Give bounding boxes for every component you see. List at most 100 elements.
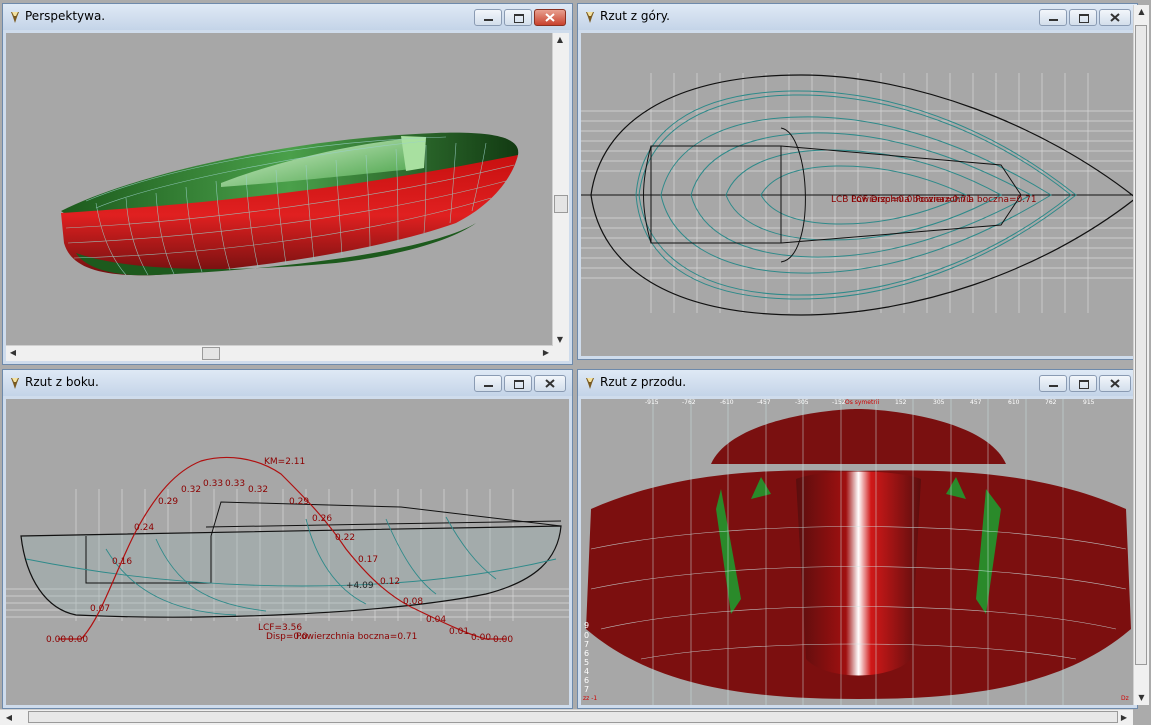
waterline-tick: 5	[584, 658, 590, 667]
maximize-button[interactable]	[1069, 375, 1097, 392]
maximize-icon	[514, 14, 524, 23]
axis-tick: -305	[795, 399, 809, 406]
minimize-button[interactable]	[1039, 375, 1067, 392]
title-bar[interactable]: Rzut z góry.	[578, 4, 1137, 30]
window-title: Rzut z przodu.	[600, 375, 687, 389]
curve-label: 0.08	[403, 597, 424, 607]
title-bar[interactable]: Perspektywa.	[3, 4, 572, 30]
axis-tick: -915	[645, 399, 659, 406]
waterline-tick: 0	[584, 631, 590, 640]
curve-label: 0.00	[46, 635, 67, 645]
front-view-render	[586, 399, 1131, 705]
scroll-thumb[interactable]	[554, 195, 568, 213]
axis-tick: -762	[682, 399, 696, 406]
waterline-tick: 6	[584, 676, 590, 685]
minimize-button[interactable]	[474, 375, 502, 392]
close-button[interactable]	[1099, 375, 1131, 392]
window-app-icon	[586, 12, 594, 23]
side-area-label: Powierzchnia boczna=0.71	[296, 632, 418, 642]
corner-label-left: zz -1	[583, 695, 598, 702]
curve-label: 0.22	[335, 533, 356, 543]
close-icon	[545, 13, 555, 22]
maximize-button[interactable]	[504, 375, 532, 392]
scroll-right-arrow[interactable]: ▶	[539, 346, 553, 360]
close-button[interactable]	[534, 9, 566, 26]
axis-tick: 457	[970, 399, 982, 406]
close-icon	[545, 379, 555, 388]
horizontal-scrollbar[interactable]: ◀ ▶	[6, 345, 553, 361]
close-icon	[1110, 379, 1120, 388]
window-top-view[interactable]: Rzut z góry. LCB LCF Disp=0.0 Powierzchn…	[577, 3, 1138, 360]
curve-label: 0.07	[90, 604, 111, 614]
axis-tick: 305	[933, 399, 945, 406]
scroll-up-arrow[interactable]: ▲	[553, 33, 567, 47]
window-title: Rzut z góry.	[600, 9, 670, 23]
waterline-tick: 7	[584, 685, 590, 694]
curve-label: 0.12	[380, 577, 401, 587]
waterline-tick: 7	[584, 640, 590, 649]
window-perspective[interactable]: Perspektywa. ▲ ▼ ◀ ▶	[2, 3, 573, 365]
scroll-thumb[interactable]	[1135, 25, 1147, 665]
window-app-icon	[586, 378, 594, 389]
maximize-button[interactable]	[504, 9, 532, 26]
axis-tick: 152	[895, 399, 907, 406]
axis-tick: 610	[1008, 399, 1020, 406]
curve-label: 0.16	[112, 557, 133, 567]
axis-tick: -152	[832, 399, 846, 406]
scroll-down-arrow[interactable]: ▼	[1134, 691, 1149, 705]
curve-label: 0.00	[471, 633, 492, 643]
minimize-button[interactable]	[1039, 9, 1067, 26]
perspective-hull-render	[61, 132, 519, 276]
window-side-view[interactable]: Rzut z boku. KM=2.11 +4.09 LCF=3.56 Disp…	[2, 369, 573, 709]
scroll-up-arrow[interactable]: ▲	[1134, 5, 1149, 19]
curve-label: 0.00	[68, 635, 89, 645]
front-view-viewport[interactable]: -915 -762 -610 -457 -305 -152 Os symetri…	[581, 399, 1134, 705]
scroll-right-arrow[interactable]: ▶	[1117, 710, 1131, 725]
curve-label: 0.04	[426, 615, 447, 625]
close-icon	[1110, 13, 1120, 22]
scroll-down-arrow[interactable]: ▼	[553, 333, 567, 347]
scroll-left-arrow[interactable]: ◀	[2, 710, 16, 725]
title-bar[interactable]: Rzut z przodu.	[578, 370, 1137, 396]
axis-tick: 762	[1045, 399, 1057, 406]
vertical-scrollbar[interactable]: ▲ ▼	[552, 33, 569, 361]
scroll-thumb[interactable]	[202, 347, 220, 360]
window-title: Perspektywa.	[25, 9, 106, 23]
window-front-view[interactable]: Rzut z przodu. -915 -762 -610 -457 -305 …	[577, 369, 1138, 709]
top-view-viewport[interactable]: LCB LCF Disp=0.0 Powierzchnia boczna=0.7…	[581, 33, 1134, 356]
symmetry-axis-label: Os symetrii	[845, 399, 880, 406]
minimize-icon	[1049, 385, 1058, 387]
minimize-icon	[484, 385, 493, 387]
curve-label: 0.00	[493, 635, 514, 645]
minimize-button[interactable]	[474, 9, 502, 26]
scroll-left-arrow[interactable]: ◀	[6, 346, 20, 360]
curve-label: 0.29	[289, 497, 310, 507]
scroll-thumb[interactable]	[28, 711, 1118, 723]
minimize-icon	[1049, 19, 1058, 21]
close-button[interactable]	[534, 375, 566, 392]
waterline-tick: 9	[584, 621, 590, 630]
maximize-icon	[514, 380, 524, 389]
curve-label: 0.24	[134, 523, 155, 533]
window-app-icon	[11, 12, 19, 23]
title-bar[interactable]: Rzut z boku.	[3, 370, 572, 396]
kb-label: +4.09	[346, 581, 374, 591]
maximize-icon	[1079, 14, 1089, 23]
curve-label: 0.29	[158, 497, 179, 507]
window-app-icon	[11, 378, 19, 389]
curve-label: 0.17	[358, 555, 379, 565]
mdi-horizontal-scrollbar[interactable]: ◀ ▶	[0, 709, 1133, 725]
mdi-vertical-scrollbar[interactable]: ▲ ▼	[1133, 5, 1149, 705]
curve-label: 0.32	[248, 485, 269, 495]
close-button[interactable]	[1099, 9, 1131, 26]
curve-label: 0.01	[449, 627, 470, 637]
maximize-icon	[1079, 380, 1089, 389]
top-view-area-label: Powierzchnia boczna=0.71	[851, 195, 973, 205]
side-view-viewport[interactable]: KM=2.11 +4.09 LCF=3.56 Disp=0.0 Powierzc…	[6, 399, 569, 705]
km-label: KM=2.11	[264, 457, 306, 467]
curve-label: 0.33	[225, 479, 246, 489]
curve-label: 0.26	[312, 514, 333, 524]
perspective-viewport[interactable]: ▲ ▼ ◀ ▶	[6, 33, 569, 361]
axis-tick: -457	[757, 399, 771, 406]
maximize-button[interactable]	[1069, 9, 1097, 26]
